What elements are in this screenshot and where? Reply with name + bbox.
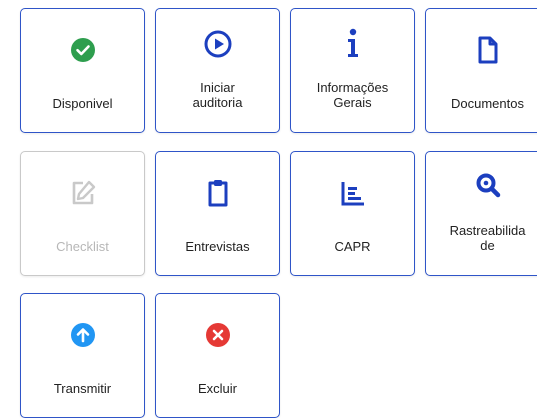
- entrevistas-button[interactable]: Entrevistas: [155, 151, 280, 276]
- rastreabilidade-label: Rastreabilida de: [449, 223, 526, 253]
- iniciar-auditoria-label: Iniciar auditoria: [192, 80, 243, 110]
- delete-circle-icon: [156, 320, 279, 350]
- clipboard-icon: [156, 178, 279, 208]
- excluir-label: Excluir: [197, 380, 237, 396]
- list-chart-icon: [291, 178, 414, 208]
- transmitir-button[interactable]: Transmitir: [20, 293, 145, 418]
- capr-label: CAPR: [334, 238, 371, 254]
- disponivel-label: Disponivel: [52, 95, 113, 111]
- play-circle-icon: [156, 29, 279, 59]
- search-icon: [426, 170, 537, 200]
- iniciar-auditoria-button[interactable]: Iniciar auditoria: [155, 8, 280, 133]
- rastreabilidade-button[interactable]: Rastreabilida de: [425, 151, 537, 276]
- edit-icon: [21, 178, 144, 208]
- documentos-label: Documentos: [451, 95, 524, 111]
- check-circle-icon: [21, 35, 144, 65]
- transmitir-label: Transmitir: [53, 380, 112, 396]
- checklist-label: Checklist: [56, 238, 109, 254]
- informacoes-gerais-button[interactable]: Informações Gerais: [290, 8, 415, 133]
- documentos-button[interactable]: Documentos: [425, 8, 537, 133]
- informacoes-gerais-label: Informações Gerais: [316, 80, 389, 110]
- checklist-button: Checklist: [20, 151, 145, 276]
- disponivel-button[interactable]: Disponivel: [20, 8, 145, 133]
- entrevistas-label: Entrevistas: [185, 238, 250, 254]
- capr-button[interactable]: CAPR: [290, 151, 415, 276]
- upload-arrow-icon: [21, 320, 144, 350]
- document-icon: [426, 35, 537, 65]
- excluir-button[interactable]: Excluir: [155, 293, 280, 418]
- info-icon: [291, 28, 414, 59]
